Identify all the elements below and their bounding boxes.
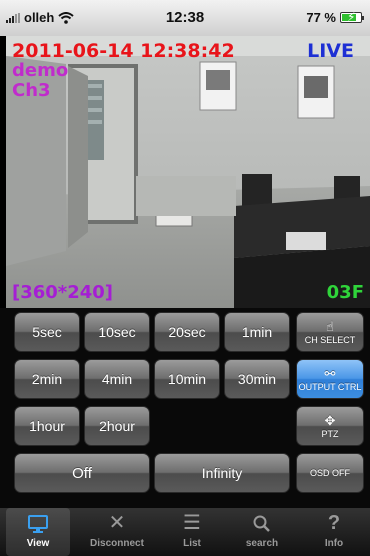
site-name: demo (12, 60, 69, 81)
tab-view[interactable]: View (6, 508, 70, 556)
list-icon: ☰ (183, 512, 201, 534)
question-icon: ? (327, 512, 341, 534)
infinity-button[interactable]: Infinity (154, 453, 290, 493)
battery-percent: 77 % (306, 10, 336, 25)
tab-info[interactable]: ? Info (302, 508, 366, 556)
osd-off-button[interactable]: OSD OFF (296, 453, 364, 493)
monitor-icon (6, 508, 70, 538)
output-ctrl-button[interactable]: ⚯ OUTPUT CTRL (296, 359, 364, 399)
tab-disconnect[interactable]: ✕ Disconnect (80, 508, 154, 556)
tab-list-label: List (183, 538, 201, 549)
channel-label: Ch3 (12, 80, 51, 101)
tab-search[interactable]: search (230, 508, 294, 556)
live-label: LIVE (307, 40, 354, 62)
duration-10min-button[interactable]: 10min (154, 359, 220, 399)
duration-2hour-button[interactable]: 2hour (84, 406, 150, 446)
duration-5sec-button[interactable]: 5sec (14, 312, 80, 352)
duration-4min-button[interactable]: 4min (84, 359, 150, 399)
ch-select-button[interactable]: ☝ CH SELECT (296, 312, 364, 352)
duration-1hour-button[interactable]: 1hour (14, 406, 80, 446)
search-icon (230, 508, 294, 538)
frame-label: 03F (326, 282, 364, 303)
resolution-label: [360*240] (12, 282, 114, 303)
tab-view-label: View (26, 538, 50, 549)
duration-2min-button[interactable]: 2min (14, 359, 80, 399)
ptz-label: PTZ (321, 428, 339, 439)
tab-bar: View ✕ Disconnect ☰ List search ? Info (0, 508, 370, 556)
tab-list[interactable]: ☰ List (160, 508, 224, 556)
output-ctrl-label: OUTPUT CTRL (298, 381, 362, 392)
battery-icon: ⚡ (340, 11, 364, 23)
switch-icon: ⚯ (324, 365, 336, 381)
disconnect-icon: ✕ (108, 512, 126, 534)
tab-search-label: search (245, 538, 279, 549)
control-panel: 5sec 10sec 20sec 1min ☝ CH SELECT 2min 4… (0, 308, 370, 508)
ch-select-label: CH SELECT (304, 334, 356, 345)
ptz-button[interactable]: ✥ PTZ (296, 406, 364, 446)
tab-disconnect-label: Disconnect (90, 538, 144, 549)
duration-30min-button[interactable]: 30min (224, 359, 290, 399)
move-arrows-icon: ✥ (324, 412, 336, 428)
status-bar: olleh 12:38 77 % ⚡ (0, 0, 370, 36)
hand-pointer-icon: ☝ (326, 318, 334, 334)
duration-10sec-button[interactable]: 10sec (84, 312, 150, 352)
video-datetime: 2011-06-14 12:38:42 (12, 40, 235, 62)
tab-info-label: Info (324, 538, 344, 549)
duration-20sec-button[interactable]: 20sec (154, 312, 220, 352)
off-button[interactable]: Off (14, 453, 150, 493)
camera-video-feed[interactable]: 2011-06-14 12:38:42 LIVE demo Ch3 [360*2… (6, 36, 370, 308)
duration-1min-button[interactable]: 1min (224, 312, 290, 352)
